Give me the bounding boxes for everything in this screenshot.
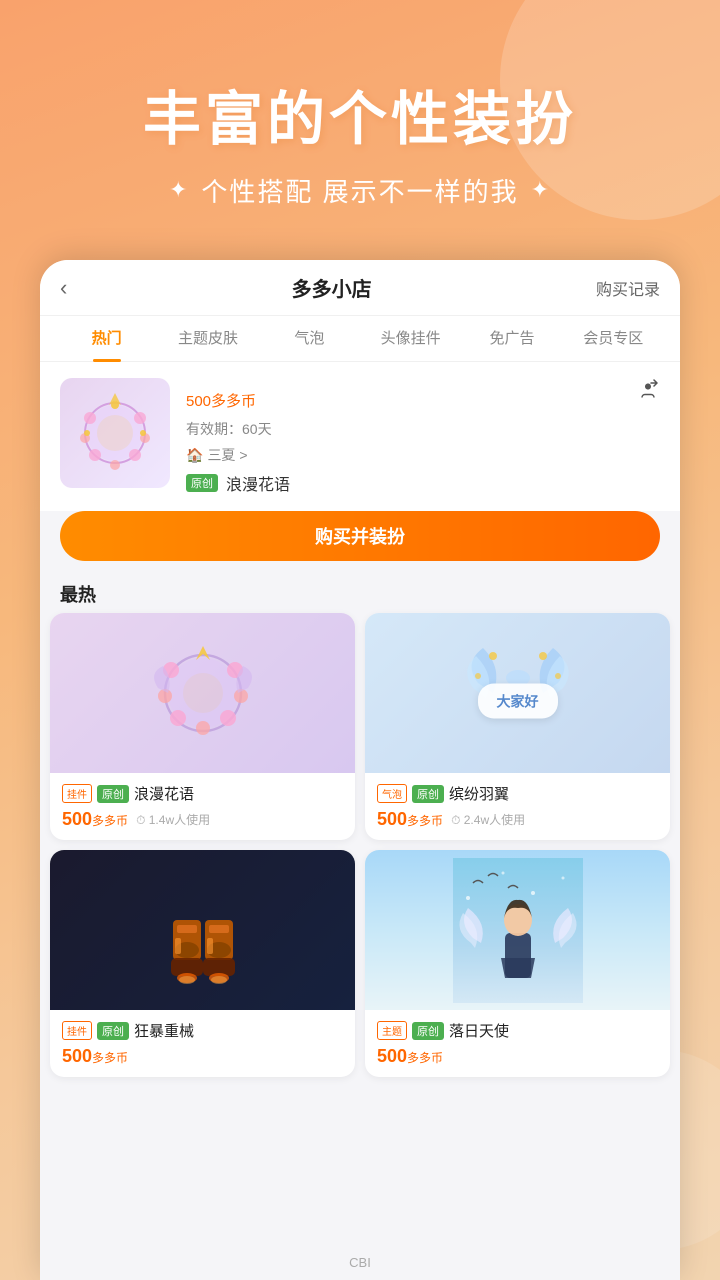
item-price-row-3: 500多多币 <box>62 1046 343 1067</box>
item-image-3 <box>50 850 355 1010</box>
item-price-row-1: 500多多币 ⏱ 1.4w人使用 <box>62 809 343 830</box>
item-price-1: 500多多币 <box>62 809 128 830</box>
featured-price: 500多多币 <box>186 382 660 413</box>
featured-author: 🏠 三夏 > <box>186 445 660 465</box>
purchase-record-button[interactable]: 购买记录 <box>596 276 660 300</box>
item-tags-1: 挂件 原创 浪漫花语 <box>62 783 343 804</box>
item-price-row-4: 500多多币 <box>377 1046 658 1067</box>
section-title: 最热 <box>40 573 680 613</box>
buy-button[interactable]: 购买并装扮 <box>60 511 660 561</box>
item-card-3[interactable]: 挂件 原创 狂暴重械 500多多币 <box>50 850 355 1077</box>
featured-original-tag: 原创 <box>186 474 218 492</box>
tag-original-2: 原创 <box>412 785 444 803</box>
item-tags-3: 挂件 原创 狂暴重械 <box>62 1020 343 1041</box>
item-name-3: 狂暴重械 <box>134 1020 194 1041</box>
item-price-row-2: 500多多币 ⏱ 2.4w人使用 <box>377 809 658 830</box>
sparkle-left: ✦ <box>169 177 189 203</box>
tag-original-4: 原创 <box>412 1022 444 1040</box>
sparkle-right: ✦ <box>531 177 551 203</box>
item-name-2: 缤纷羽翼 <box>449 783 509 804</box>
item-card-2[interactable]: 大家好 气泡 原创 缤纷羽翼 500多多币 ⏱ 2.4w人使用 <box>365 613 670 840</box>
featured-price-unit: 多多币 <box>211 393 256 410</box>
header-section: 丰富的个性装扮 ✦ 个性搭配 展示不一样的我 ✦ <box>0 0 720 280</box>
tab-hot[interactable]: 热门 <box>56 316 157 362</box>
back-button[interactable]: ‹ <box>60 275 67 301</box>
item-price-3: 500多多币 <box>62 1046 128 1067</box>
item-image-1 <box>50 613 355 773</box>
item-body-4: 主题 原创 落日天使 500多多币 <box>365 1010 670 1077</box>
item-image-4 <box>365 850 670 1010</box>
featured-image <box>60 378 170 488</box>
item-body-2: 气泡 原创 缤纷羽翼 500多多币 ⏱ 2.4w人使用 <box>365 773 670 840</box>
item-price-2: 500多多币 <box>377 809 443 830</box>
tag-original-3: 原创 <box>97 1022 129 1040</box>
tab-bar: 热门 主题皮肤 气泡 头像挂件 免广告 会员专区 <box>40 316 680 362</box>
chat-bubble-overlay: 大家好 <box>478 684 558 719</box>
main-title: 丰富的个性装扮 <box>143 72 577 156</box>
share-button[interactable] <box>636 378 660 408</box>
bottom-label: CBI <box>0 1255 720 1270</box>
tag-original-1: 原创 <box>97 785 129 803</box>
tab-avatar-pendant[interactable]: 头像挂件 <box>360 316 461 362</box>
sub-title-text: 个性搭配 展示不一样的我 <box>201 172 518 209</box>
item-body-3: 挂件 原创 狂暴重械 500多多币 <box>50 1010 355 1077</box>
item-card-1[interactable]: 挂件 原创 浪漫花语 500多多币 ⏱ 1.4w人使用 <box>50 613 355 840</box>
tag-pendant-3: 挂件 <box>62 1021 92 1040</box>
tag-pendant-1: 挂件 <box>62 784 92 803</box>
item-tags-4: 主题 原创 落日天使 <box>377 1020 658 1041</box>
shop-card: ‹ 多多小店 购买记录 热门 主题皮肤 气泡 头像挂件 免广告 会员专区 <box>40 260 680 1280</box>
featured-name-row: 原创 浪漫花语 <box>186 471 660 495</box>
sub-title: ✦ 个性搭配 展示不一样的我 ✦ <box>169 172 551 209</box>
featured-name: 浪漫花语 <box>226 471 290 495</box>
item-users-2: ⏱ 2.4w人使用 <box>451 811 525 828</box>
scrollable-content: 500多多币 有效期：60天 🏠 三夏 > 原创 浪漫花语 <box>40 362 680 1224</box>
featured-info: 500多多币 有效期：60天 🏠 三夏 > 原创 浪漫花语 <box>186 378 660 495</box>
item-body-1: 挂件 原创 浪漫花语 500多多币 ⏱ 1.4w人使用 <box>50 773 355 840</box>
item-name-1: 浪漫花语 <box>134 783 194 804</box>
tab-bubble[interactable]: 气泡 <box>259 316 360 362</box>
item-card-4[interactable]: 主题 原创 落日天使 500多多币 <box>365 850 670 1077</box>
item-image-2: 大家好 <box>365 613 670 773</box>
tab-no-ads[interactable]: 免广告 <box>461 316 562 362</box>
tag-theme-4: 主题 <box>377 1021 407 1040</box>
tab-theme-skin[interactable]: 主题皮肤 <box>157 316 258 362</box>
item-price-4: 500多多币 <box>377 1046 443 1067</box>
item-tags-2: 气泡 原创 缤纷羽翼 <box>377 783 658 804</box>
item-users-1: ⏱ 1.4w人使用 <box>136 811 210 828</box>
shop-title: 多多小店 <box>292 273 372 302</box>
shop-header: ‹ 多多小店 购买记录 <box>40 260 680 316</box>
tab-member[interactable]: 会员专区 <box>563 316 664 362</box>
featured-section: 500多多币 有效期：60天 🏠 三夏 > 原创 浪漫花语 <box>40 362 680 511</box>
featured-validity: 有效期：60天 <box>186 419 660 439</box>
item-name-4: 落日天使 <box>449 1020 509 1041</box>
tag-bubble-2: 气泡 <box>377 784 407 803</box>
items-grid: 挂件 原创 浪漫花语 500多多币 ⏱ 1.4w人使用 <box>40 613 680 1087</box>
